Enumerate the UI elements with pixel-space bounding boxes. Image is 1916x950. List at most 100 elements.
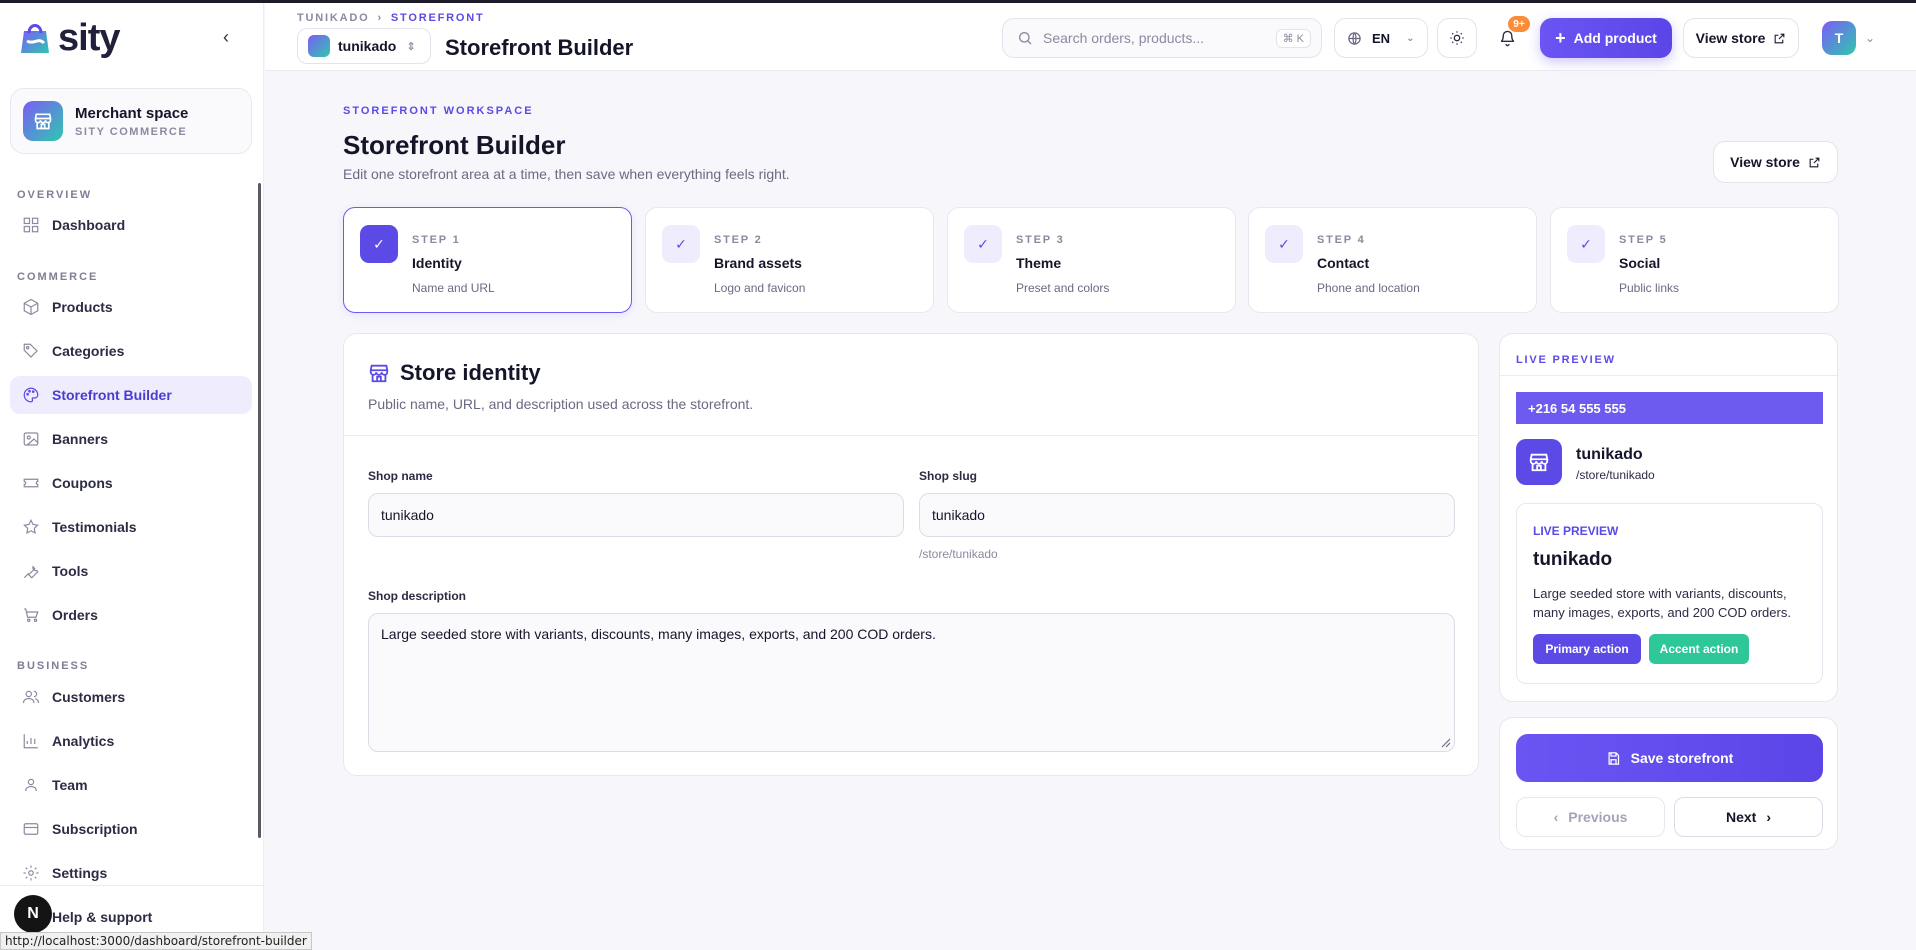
- step-subtitle: Name and URL: [412, 281, 495, 295]
- theme-toggle-button[interactable]: [1437, 18, 1477, 58]
- preview-store-name: tunikado: [1576, 446, 1643, 463]
- view-store-label: View store: [1695, 30, 1766, 46]
- sidebar-item-label: Storefront Builder: [52, 387, 172, 403]
- check-icon: ✓: [662, 225, 700, 263]
- sidebar-item-team[interactable]: Team: [10, 766, 252, 804]
- view-store-label: View store: [1730, 154, 1800, 170]
- sidebar-item-storefront-builder[interactable]: Storefront Builder: [10, 376, 252, 414]
- step-title: Theme: [1016, 255, 1062, 271]
- sidebar: sity ‹ Merchant space SITY COMMERCE OVER…: [0, 3, 264, 950]
- breadcrumb: TUNIKADO › STOREFRONT: [297, 12, 485, 24]
- gear-icon: [23, 865, 39, 881]
- builder-actions-panel: Save storefront ‹ Previous Next ›: [1499, 717, 1838, 850]
- sidebar-item-dashboard[interactable]: Dashboard: [10, 206, 252, 244]
- user-avatar[interactable]: T: [1822, 21, 1856, 55]
- shop-slug-input[interactable]: tunikado: [919, 493, 1455, 537]
- preview-accent-action-button: Accent action: [1649, 634, 1749, 664]
- shopping-bag-logo-icon: [16, 19, 54, 57]
- card-divider: [344, 435, 1478, 436]
- globe-icon: [1348, 31, 1361, 45]
- step-social[interactable]: ✓ STEP 5 Social Public links: [1550, 207, 1839, 313]
- sidebar-item-subscription[interactable]: Subscription: [10, 810, 252, 848]
- language-selector[interactable]: EN ⌄: [1334, 18, 1428, 58]
- check-icon: ✓: [964, 225, 1002, 263]
- sidebar-item-customers[interactable]: Customers: [10, 678, 252, 716]
- sidebar-item-products[interactable]: Products: [10, 288, 252, 326]
- sidebar-item-coupons[interactable]: Coupons: [10, 464, 252, 502]
- preview-primary-action-button: Primary action: [1533, 634, 1641, 664]
- shop-name-input[interactable]: tunikado: [368, 493, 904, 537]
- chart-icon: [23, 734, 38, 749]
- sidebar-item-label: Team: [52, 777, 88, 793]
- merchant-switcher[interactable]: Merchant space SITY COMMERCE: [10, 88, 252, 154]
- status-bar-url: http://localhost:3000/dashboard/storefro…: [0, 932, 312, 950]
- brand-name: sity: [58, 16, 120, 59]
- nav-section-overview: OVERVIEW: [17, 189, 93, 201]
- header-title: Storefront Builder: [445, 35, 634, 60]
- add-product-button[interactable]: + Add product: [1540, 18, 1672, 58]
- search-shortcut: ⌘ K: [1275, 29, 1311, 48]
- store-selector[interactable]: tunikado ⇕: [297, 28, 431, 64]
- resize-handle-icon[interactable]: [1439, 736, 1451, 748]
- store-identity-card: Store identity Public name, URL, and des…: [343, 333, 1479, 776]
- previous-step-button[interactable]: ‹ Previous: [1516, 797, 1665, 837]
- view-store-button[interactable]: View store: [1713, 141, 1838, 183]
- sidebar-scrollbar[interactable]: [258, 183, 261, 838]
- shop-description-label: Shop description: [368, 589, 467, 603]
- chevron-updown-icon: ⇕: [406, 40, 416, 53]
- step-subtitle: Logo and favicon: [714, 281, 806, 295]
- preview-hero-description: Large seeded store with variants, discou…: [1533, 586, 1791, 620]
- collapse-sidebar-button[interactable]: ‹: [214, 25, 238, 49]
- card-title: Store identity: [368, 360, 541, 386]
- live-preview-panel: LIVE PREVIEW +216 54 555 555 tunikado /s…: [1499, 333, 1838, 702]
- sun-icon: [1450, 31, 1464, 45]
- sidebar-item-tools[interactable]: Tools: [10, 552, 252, 590]
- sidebar-item-analytics[interactable]: Analytics: [10, 722, 252, 760]
- search-placeholder: Search orders, products...: [1043, 30, 1205, 46]
- page-title: Storefront Builder: [343, 130, 566, 160]
- shop-description-textarea[interactable]: Large seeded store with variants, discou…: [368, 613, 1455, 752]
- dev-tools-badge[interactable]: N: [14, 895, 52, 933]
- notifications-badge: 9+: [1508, 16, 1530, 32]
- step-contact[interactable]: ✓ STEP 4 Contact Phone and location: [1248, 207, 1537, 313]
- chevron-right-icon: ›: [1766, 809, 1772, 825]
- search-input[interactable]: Search orders, products... ⌘ K: [1002, 18, 1322, 58]
- live-preview-heading: LIVE PREVIEW: [1516, 354, 1616, 366]
- brand-logo[interactable]: sity: [16, 15, 120, 61]
- page-subtitle: Edit one storefront area at a time, then…: [343, 166, 790, 182]
- save-storefront-button[interactable]: Save storefront: [1516, 734, 1823, 782]
- step-number: STEP 5: [1619, 234, 1668, 246]
- step-title: Social: [1619, 255, 1661, 271]
- next-step-button[interactable]: Next ›: [1674, 797, 1823, 837]
- preview-divider: [1500, 375, 1837, 376]
- preview-announcement-bar: +216 54 555 555: [1516, 392, 1823, 424]
- step-brand-assets[interactable]: ✓ STEP 2 Brand assets Logo and favicon: [645, 207, 934, 313]
- sidebar-item-testimonials[interactable]: Testimonials: [10, 508, 252, 546]
- breadcrumb-item[interactable]: TUNIKADO: [297, 12, 369, 24]
- view-store-header-button[interactable]: View store: [1683, 18, 1799, 58]
- top-header: TUNIKADO › STOREFRONT tunikado ⇕ Storefr…: [265, 3, 1916, 71]
- shop-slug-label: Shop slug: [919, 469, 977, 483]
- sidebar-item-settings[interactable]: Settings: [10, 854, 252, 892]
- box-icon: [23, 298, 39, 316]
- sidebar-item-label: Testimonials: [52, 519, 137, 535]
- step-title: Contact: [1317, 255, 1370, 271]
- sidebar-item-label: Banners: [52, 431, 109, 447]
- team-icon: [25, 778, 37, 792]
- add-product-label: Add product: [1573, 30, 1657, 46]
- sidebar-item-label: Categories: [52, 343, 125, 359]
- step-identity[interactable]: ✓ STEP 1 Identity Name and URL: [343, 207, 632, 313]
- sidebar-item-label: Dashboard: [52, 217, 126, 233]
- step-number: STEP 3: [1016, 234, 1065, 246]
- sidebar-item-label: Customers: [52, 689, 126, 705]
- check-icon: ✓: [1567, 225, 1605, 263]
- check-icon: ✓: [360, 225, 398, 263]
- chevron-down-icon[interactable]: ⌄: [1865, 31, 1875, 45]
- sidebar-item-banners[interactable]: Banners: [10, 420, 252, 458]
- sidebar-item-label: Analytics: [52, 733, 115, 749]
- sidebar-item-categories[interactable]: Categories: [10, 332, 252, 370]
- step-theme[interactable]: ✓ STEP 3 Theme Preset and colors: [947, 207, 1236, 313]
- sidebar-item-orders[interactable]: Orders: [10, 596, 252, 634]
- nav-section-commerce: COMMERCE: [17, 271, 99, 283]
- wrench-icon: [23, 565, 39, 579]
